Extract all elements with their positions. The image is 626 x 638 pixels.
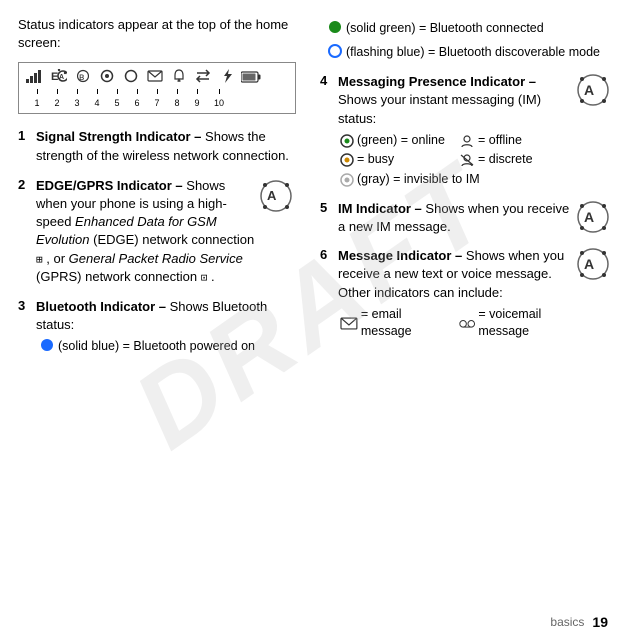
msg-voicemail: = voicemail message: [459, 306, 574, 341]
section-title-1: Signal Strength Indicator –: [36, 129, 201, 144]
section-number-6: 6: [320, 247, 338, 262]
msg-email: = email message: [340, 306, 455, 341]
intro-text: Status indicators appear at the top of t…: [18, 16, 296, 52]
section-title-2: EDGE/GPRS Indicator –: [36, 178, 183, 193]
footer-section-label: basics: [550, 615, 584, 629]
signal-strength-icon: [25, 69, 45, 86]
status-icons-row: E A ʙ: [25, 69, 289, 86]
section-body-2d: , or: [46, 251, 68, 266]
section-number-2: 2: [18, 177, 36, 192]
status-online-text: (green) = online: [357, 132, 445, 150]
status-discrete: = discrete: [459, 151, 574, 169]
section-number-4: 4: [320, 73, 338, 88]
section-content-6: Message Indicator – Shows when you recei…: [338, 247, 574, 341]
section-item-2: 2 EDGE/GPRS Indicator – Shows when your …: [18, 177, 296, 286]
bluetooth-solid-green-icon: [328, 20, 342, 40]
section-title-4: Messaging Presence Indicator –: [338, 74, 536, 89]
section-title-5: IM Indicator –: [338, 201, 422, 216]
circle-icon-4: [97, 69, 117, 86]
section-content-2: EDGE/GPRS Indicator – Shows when your ph…: [36, 177, 256, 286]
status-offline-text: = offline: [478, 132, 522, 150]
svg-text:ʙ: ʙ: [79, 72, 84, 83]
section-icon-2: A: [256, 179, 296, 216]
bell-icon-7: [169, 69, 189, 86]
section-content-4: Messaging Presence Indicator – Shows you…: [338, 73, 574, 190]
section-item-4: 4 Messaging Presence Indicator – Shows y…: [320, 73, 612, 190]
bluetooth-solid-green-text: (solid green) = Bluetooth connected: [346, 20, 544, 38]
page-container: DRAFT Status indicators appear at the to…: [0, 0, 626, 638]
right-column: (solid green) = Bluetooth connected (fla…: [310, 16, 626, 622]
bluetooth-status-icon: ʙ: [73, 69, 93, 86]
message-type-grid: = email message = voicemail message: [340, 306, 574, 341]
section-body-2e: General Packet Radio Service: [69, 251, 243, 266]
section-content-3: Bluetooth Indicator – Shows Bluetooth st…: [36, 298, 296, 360]
svg-text:A: A: [584, 82, 594, 98]
section-icon-6: A: [574, 247, 612, 284]
bluetooth-flashing-blue-text: (flashing blue) = Bluetooth discoverable…: [346, 44, 600, 62]
bluetooth-solid-blue-text: (solid blue) = Bluetooth powered on: [58, 338, 255, 356]
svg-text:A: A: [59, 74, 64, 81]
left-column: Status indicators appear at the top of t…: [0, 16, 310, 622]
bluetooth-sub-flashing: (flashing blue) = Bluetooth discoverable…: [328, 44, 612, 64]
section-body-2g: .: [211, 269, 215, 284]
section-item-3: 3 Bluetooth Indicator – Shows Bluetooth …: [18, 298, 296, 360]
section-item-6: 6 Message Indicator – Shows when you rec…: [320, 247, 612, 341]
section-item-1: 1 Signal Strength Indicator – Shows the …: [18, 128, 296, 164]
section-number-3: 3: [18, 298, 36, 313]
bluetooth-continued: (solid green) = Bluetooth connected (fla…: [320, 20, 612, 63]
svg-text:E: E: [51, 71, 58, 83]
status-online: (green) = online: [340, 132, 455, 150]
status-discrete-text: = discrete: [478, 151, 533, 169]
section-body-2c: (EDGE) network connection: [93, 232, 254, 247]
section-icon-5: A: [574, 200, 612, 237]
edge-symbol: ⊞: [36, 253, 43, 266]
battery-icon-10: [241, 70, 261, 86]
page-footer: basics 19: [550, 614, 608, 630]
gprs-symbol: ⊡: [201, 271, 208, 284]
circle-icon-5: [121, 69, 141, 86]
section-body-4: Shows your instant messaging (IM) status…: [338, 92, 541, 125]
section-content-5: IM Indicator – Shows when you receive a …: [338, 200, 574, 236]
arrows-icon-8: [193, 69, 213, 86]
section-number-1: 1: [18, 128, 36, 143]
im-status-grid: (green) = online = offline = busy: [340, 132, 574, 189]
section-item-5: 5 IM Indicator – Shows when you receive …: [320, 200, 612, 237]
footer-page-number: 19: [592, 614, 608, 630]
section-content-1: Signal Strength Indicator – Shows the st…: [36, 128, 296, 164]
envelope-icon-6: [145, 69, 165, 86]
section-title-6: Message Indicator –: [338, 248, 462, 263]
status-offline: = offline: [459, 132, 574, 150]
section-body-2f: (GPRS) network connection: [36, 269, 197, 284]
svg-text:A: A: [584, 256, 594, 272]
status-busy-text: = busy: [357, 151, 394, 169]
status-busy: = busy: [340, 151, 455, 169]
msg-email-text: = email message: [361, 306, 455, 341]
section-number-5: 5: [320, 200, 338, 215]
status-invisible-text: (gray) = invisible to IM: [357, 171, 480, 189]
bluetooth-solid-blue-icon: [40, 338, 54, 358]
bluetooth-sub-green: (solid green) = Bluetooth connected: [328, 20, 612, 40]
svg-text:A: A: [267, 188, 277, 203]
section-icon-4: A: [574, 73, 612, 110]
bluetooth-flashing-blue-icon: [328, 44, 342, 64]
status-bar-diagram: E A ʙ: [18, 62, 296, 114]
section-title-3: Bluetooth Indicator –: [36, 299, 166, 314]
edge-gprs-icon: E A: [49, 69, 69, 86]
svg-text:A: A: [584, 209, 594, 225]
lightning-icon-9: [217, 69, 237, 86]
msg-voicemail-text: = voicemail message: [478, 306, 574, 341]
status-invisible: (gray) = invisible to IM: [340, 171, 574, 189]
bluetooth-sub-item-1: (solid blue) = Bluetooth powered on: [40, 338, 296, 358]
